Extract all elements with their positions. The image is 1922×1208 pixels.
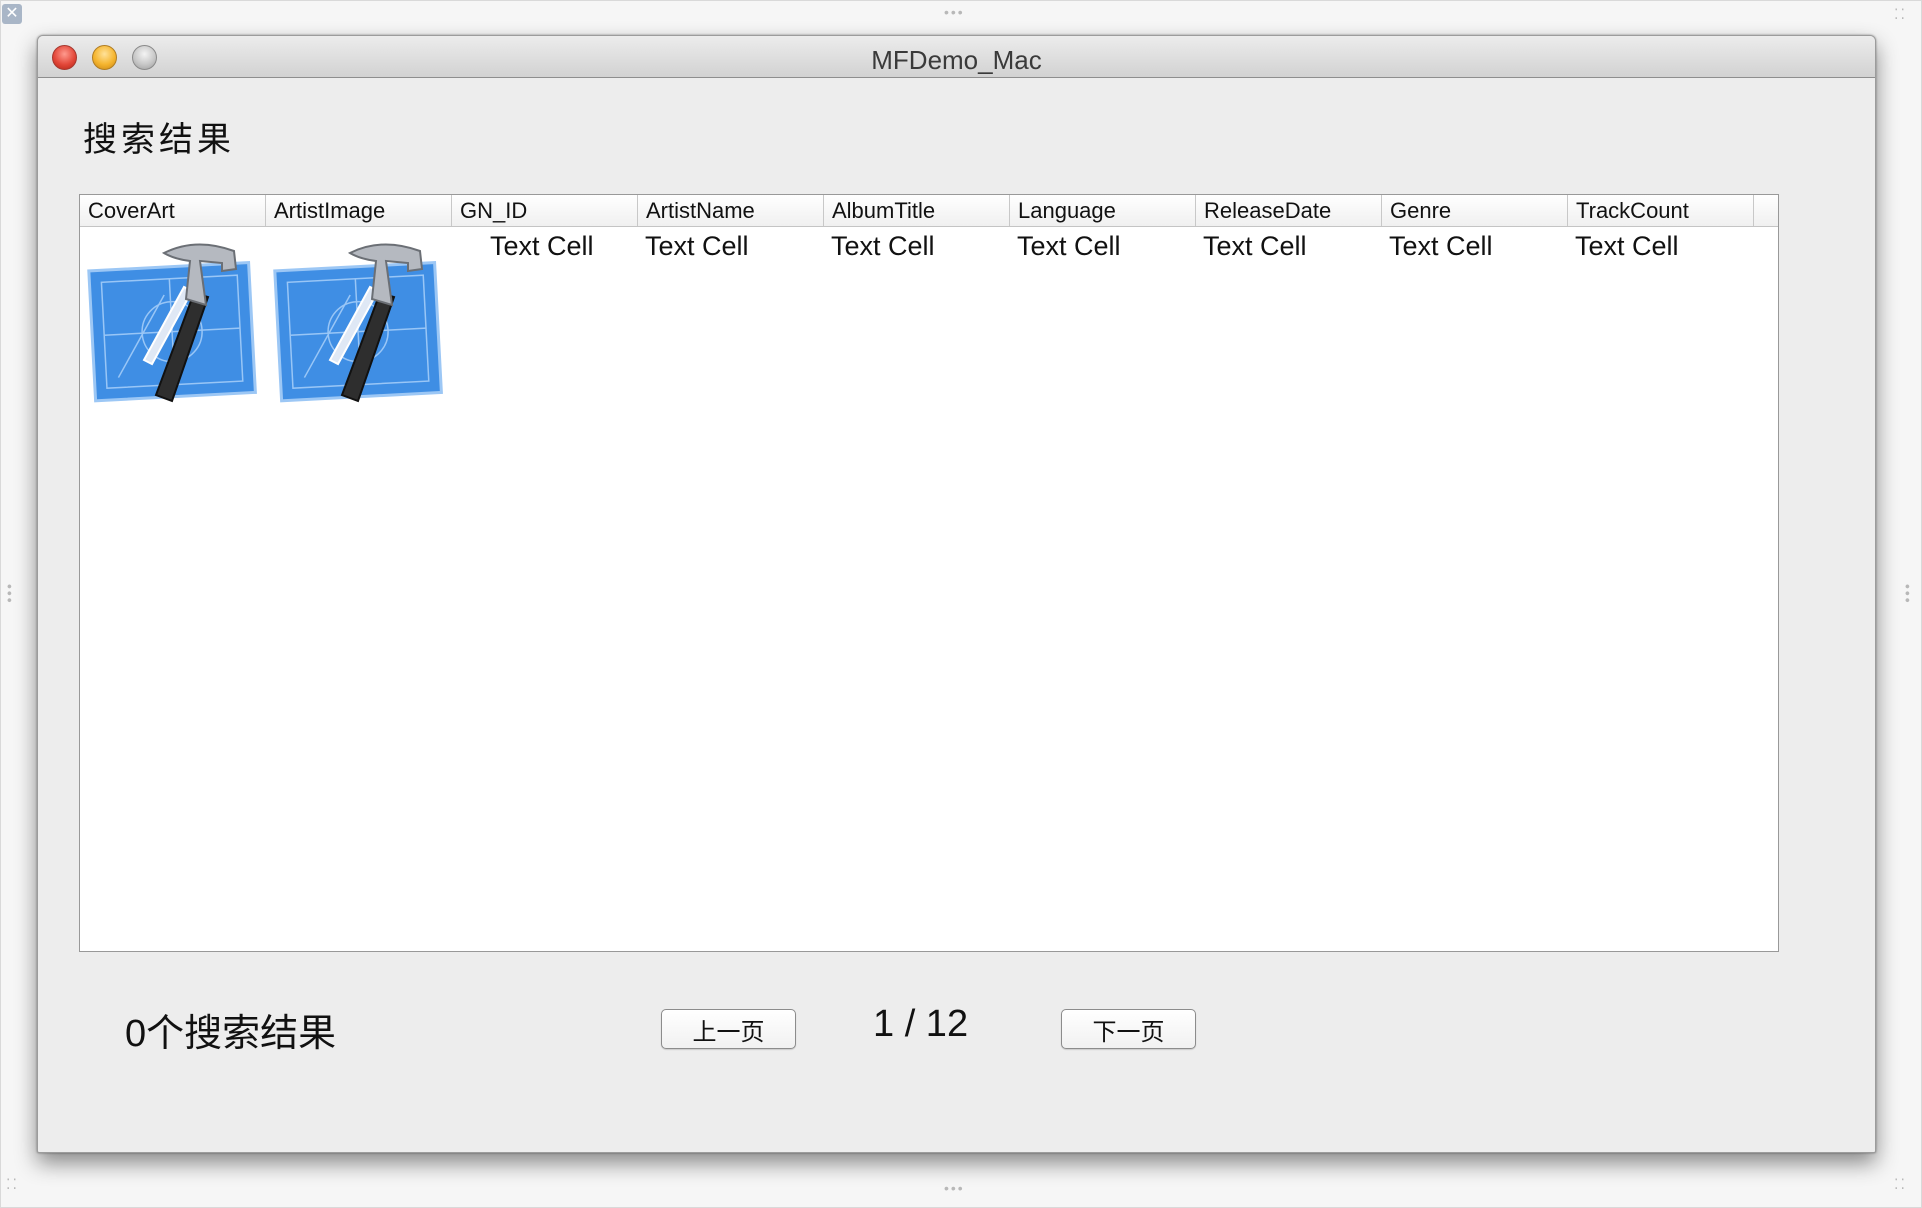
resize-handle-left[interactable]: ••• (2, 584, 18, 605)
column-header-gn-id[interactable]: GN_ID (452, 195, 638, 226)
result-count-label: 0个搜索结果 (125, 1013, 337, 1055)
column-header-coverart[interactable]: CoverArt (80, 195, 266, 226)
column-header-releasedate[interactable]: ReleaseDate (1196, 195, 1382, 226)
cell-genre: Text Cell (1389, 231, 1493, 261)
prev-page-button[interactable]: 上一页 (661, 1009, 796, 1049)
cell-gn-id: Text Cell (490, 231, 594, 261)
window-title: MFDemo_Mac (871, 45, 1042, 75)
title-bar[interactable]: MFDemo_Mac (38, 36, 1875, 78)
resize-handle-bottom-left[interactable]: ⁚⁚ (6, 1176, 19, 1193)
column-header-artistname[interactable]: ArtistName (638, 195, 824, 226)
column-header-language[interactable]: Language (1010, 195, 1196, 226)
canvas-close-icon[interactable]: ✕ (2, 4, 22, 24)
table-header: CoverArt ArtistImage GN_ID ArtistName Al… (80, 195, 1778, 227)
cell-albumtitle: Text Cell (831, 231, 935, 261)
column-header-trackcount[interactable]: TrackCount (1568, 195, 1754, 226)
cell-artistname: Text Cell (645, 231, 749, 261)
column-header-genre[interactable]: Genre (1382, 195, 1568, 226)
column-header-albumtitle[interactable]: AlbumTitle (824, 195, 1010, 226)
artist-image-xcode-icon (273, 243, 443, 403)
resize-handle-top-right[interactable]: ⁚⁚ (1894, 6, 1907, 23)
app-window: MFDemo_Mac 搜索结果 CoverArt ArtistImage GN_… (37, 35, 1876, 1153)
resize-handle-bottom[interactable]: ••• (944, 1180, 965, 1196)
page-heading: 搜索结果 (83, 120, 235, 160)
cell-releasedate: Text Cell (1203, 231, 1307, 261)
cell-language: Text Cell (1017, 231, 1121, 261)
results-table[interactable]: CoverArt ArtistImage GN_ID ArtistName Al… (79, 194, 1779, 952)
cell-trackcount: Text Cell (1575, 231, 1679, 261)
next-page-button[interactable]: 下一页 (1061, 1009, 1196, 1049)
resize-handle-top[interactable]: ••• (944, 4, 965, 20)
cover-art-xcode-icon (87, 243, 257, 403)
resize-handle-bottom-right[interactable]: ⁚⁚ (1894, 1176, 1907, 1193)
resize-handle-right[interactable]: ••• (1900, 584, 1916, 605)
page-indicator: 1 / 12 (873, 1003, 969, 1045)
column-header-artistimage[interactable]: ArtistImage (266, 195, 452, 226)
